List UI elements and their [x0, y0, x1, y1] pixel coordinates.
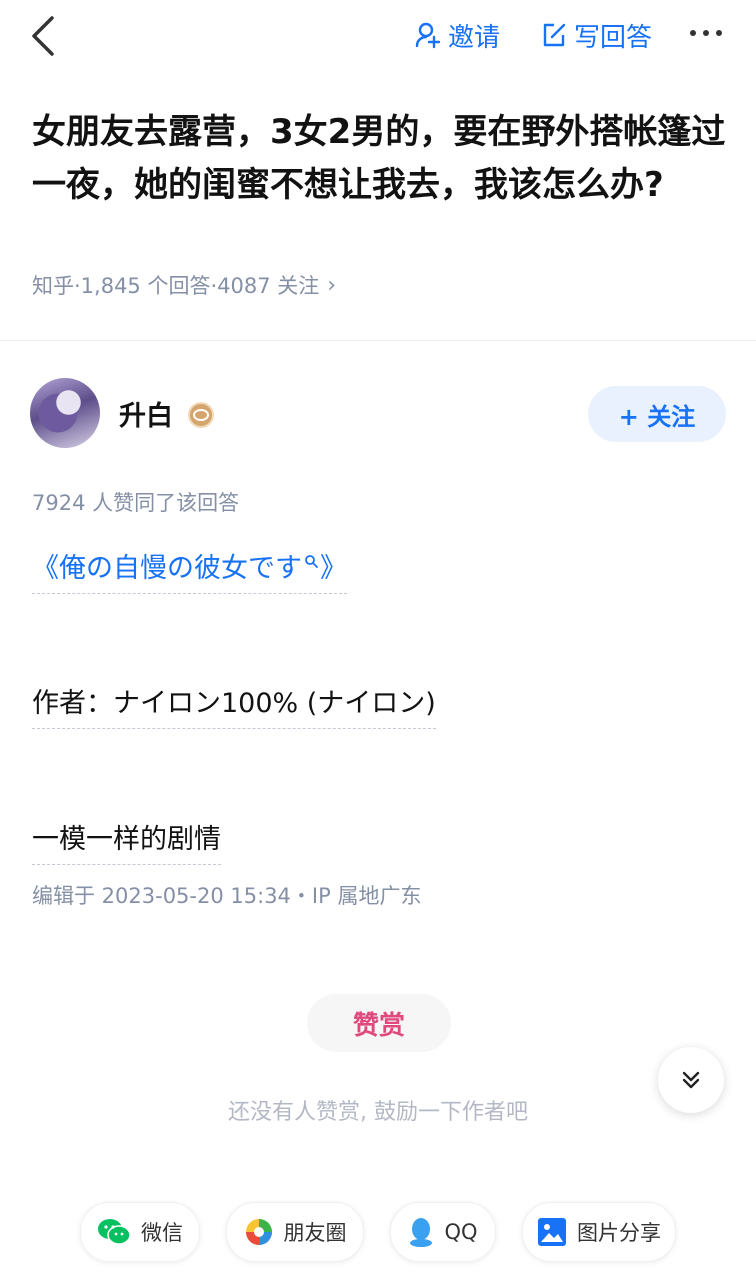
chevron-left-icon	[32, 16, 54, 56]
question-meta-text: 知乎·1,845 个回答·4087 关注	[32, 274, 320, 298]
link-title-text: 《俺の自慢の彼女です	[32, 553, 302, 584]
more-dot-icon	[690, 30, 696, 36]
search-link-title[interactable]: 《俺の自慢の彼女です 》	[32, 546, 347, 594]
share-wechat-button[interactable]: 微信	[80, 1202, 200, 1262]
invite-label: 邀请	[448, 22, 501, 53]
moments-icon	[245, 1219, 272, 1245]
share-image-button[interactable]: 图片分享	[522, 1202, 676, 1262]
section-divider	[0, 340, 756, 341]
more-dot-icon	[716, 30, 722, 36]
more-menu-button[interactable]	[690, 16, 722, 50]
share-moments-label: 朋友圈	[283, 1221, 347, 1245]
link-title-close: 》	[320, 553, 347, 584]
share-qq-button[interactable]: QQ	[390, 1202, 496, 1262]
scroll-next-button[interactable]	[658, 1047, 724, 1113]
double-chevron-down-icon	[682, 1071, 700, 1089]
question-meta[interactable]: 知乎·1,845 个回答·4087 关注 ›	[32, 270, 336, 300]
question-title[interactable]: 女朋友去露营，3女2男的，要在野外搭帐篷过一夜，她的闺蜜不想让我去，我该怎么办?	[32, 106, 727, 212]
more-dot-icon	[703, 30, 709, 36]
chevron-right-icon: ›	[327, 272, 337, 298]
edit-icon	[543, 23, 566, 47]
share-moments-button[interactable]: 朋友圈	[226, 1202, 364, 1262]
creator-badge-icon	[188, 402, 214, 428]
search-icon	[305, 554, 318, 568]
answer-paragraph-author: 作者：ナイロン100% (ナイロン)	[32, 681, 436, 729]
invite-button[interactable]: 邀请	[414, 18, 501, 53]
wechat-icon	[98, 1219, 131, 1245]
write-answer-button[interactable]: 写回答	[540, 18, 653, 53]
vote-count: 7924 人赞同了该回答	[32, 491, 240, 515]
avatar[interactable]	[30, 378, 100, 448]
reward-button[interactable]: 赞赏	[307, 994, 451, 1052]
qq-icon	[410, 1218, 433, 1247]
edit-info: 编辑于 2023-05-20 15:34・IP 属地广东	[32, 884, 422, 908]
add-user-icon	[415, 22, 441, 49]
share-qq-label: QQ	[444, 1220, 478, 1244]
share-image-label: 图片分享	[577, 1221, 661, 1245]
write-answer-label: 写回答	[574, 22, 653, 53]
share-wechat-label: 微信	[141, 1221, 183, 1245]
follow-button[interactable]: + 关注	[588, 386, 726, 442]
image-icon	[538, 1218, 566, 1246]
reward-hint: 还没有人赞赏, 鼓励一下作者吧	[228, 1100, 528, 1125]
answer-paragraph-comment: 一模一样的剧情	[32, 817, 221, 865]
back-button[interactable]	[26, 14, 62, 58]
author-name[interactable]: 升白	[119, 394, 173, 433]
